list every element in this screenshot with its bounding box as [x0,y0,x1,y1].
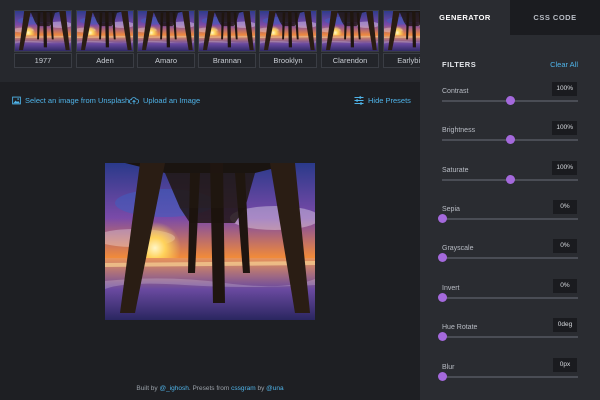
hide-presets-label: Hide Presets [368,95,411,105]
filter-label: Brightness [442,127,476,134]
tab-css-code[interactable]: CSS CODE [510,0,600,35]
footer-prefix: Built by [136,385,160,392]
clear-all-button[interactable]: Clear All [550,60,578,69]
slider-handle[interactable] [505,96,515,105]
cssgram-link[interactable]: cssgram [231,385,256,392]
preset-name[interactable]: Amaro [137,53,195,68]
hide-presets-button[interactable]: Hide Presets [354,90,411,110]
unsplash-button-label: Select an image from Unsplash [25,95,130,105]
upload-image-label: Upload an Image [143,95,201,105]
preset-name[interactable]: Brannan [198,53,256,68]
filter-label: Sepia [442,206,460,213]
preset-thumbnail[interactable] [198,10,256,52]
filter-brightness: Brightness 100% [420,121,600,151]
preset-amaro[interactable]: Amaro [137,10,195,68]
footer-middle: . Presets from [188,385,232,392]
preset-thumbnail[interactable] [14,10,72,52]
image-preview [105,163,315,320]
preset-name[interactable]: Aden [76,53,134,68]
filter-label: Invert [442,285,460,292]
filter-value[interactable]: 0% [553,200,577,214]
author-link[interactable]: @_ighosh [159,385,188,392]
slider-track[interactable] [442,297,578,299]
preset-clarendon[interactable]: Clarendon [321,10,379,68]
filter-hue-rotate: Hue Rotate 0deg [420,318,600,348]
preset-name[interactable]: Brooklyn [259,53,317,68]
filter-value[interactable]: 100% [552,82,577,96]
filter-label: Grayscale [442,245,474,252]
preset-1977[interactable]: 1977 [14,10,72,68]
slider-handle[interactable] [437,253,447,262]
filter-saturate: Saturate 100% [420,161,600,191]
filter-value[interactable]: 0deg [553,318,577,332]
filter-blur: Blur 0px [420,358,600,388]
filter-label: Saturate [442,167,469,174]
una-link[interactable]: @una [266,385,283,392]
preset-strip[interactable]: 1977 Aden Amaro Brannan Brooklyn Clarend… [0,0,420,82]
footer: Built by @_ighosh. Presets from cssgram … [0,385,420,392]
preset-name[interactable]: Earlybird [383,53,420,68]
main-area: 1977 Aden Amaro Brannan Brooklyn Clarend… [0,0,420,400]
unsplash-button[interactable]: Select an image from Unsplash [12,90,129,110]
preset-brooklyn[interactable]: Brooklyn [259,10,317,68]
filter-contrast: Contrast 100% [420,82,600,112]
preset-name[interactable]: 1977 [14,53,72,68]
footer-by: by [255,385,267,392]
slider-track[interactable] [442,336,578,338]
slider-handle[interactable] [437,372,447,381]
filter-sepia: Sepia 0% [420,200,600,230]
slider-handle[interactable] [437,214,447,223]
filter-value[interactable]: 100% [552,161,577,175]
preset-thumbnail[interactable] [137,10,195,52]
panel-tabs: GENERATOR CSS CODE [420,0,600,35]
filter-value[interactable]: 100% [552,121,577,135]
sliders-icon [354,95,364,105]
filter-panel: GENERATOR CSS CODE FILTERS Clear All Con… [420,0,600,400]
filter-invert: Invert 0% [420,279,600,309]
slider-handle[interactable] [505,175,515,184]
image-icon [12,96,21,104]
preset-earlybird[interactable]: Earlybird [383,10,420,68]
preset-aden[interactable]: Aden [76,10,134,68]
preset-thumbnail[interactable] [76,10,134,52]
filter-label: Hue Rotate [442,324,478,331]
slider-handle[interactable] [437,332,447,341]
preset-brannan[interactable]: Brannan [198,10,256,68]
slider-handle[interactable] [437,293,447,302]
preset-thumbnail[interactable] [321,10,379,52]
slider-track[interactable] [442,257,578,259]
cloud-upload-icon [129,96,139,104]
preset-thumbnail[interactable] [259,10,317,52]
slider-track[interactable] [442,376,578,378]
filter-value[interactable]: 0% [553,279,577,293]
slider-handle[interactable] [505,135,515,144]
filters-header: FILTERS Clear All [420,58,600,72]
filter-label: Blur [442,364,455,371]
upload-image-button[interactable]: Upload an Image [129,90,200,110]
preset-name[interactable]: Clarendon [321,53,379,68]
filter-label: Contrast [442,88,469,95]
filter-value[interactable]: 0% [553,239,577,253]
preset-thumbnail[interactable] [383,10,420,52]
filter-grayscale: Grayscale 0% [420,239,600,269]
filter-value[interactable]: 0px [553,358,577,372]
slider-track[interactable] [442,218,578,220]
tab-generator[interactable]: GENERATOR [420,0,510,35]
image-actions: Select an image from Unsplash Upload an … [0,90,420,110]
filters-title: FILTERS [442,60,477,69]
